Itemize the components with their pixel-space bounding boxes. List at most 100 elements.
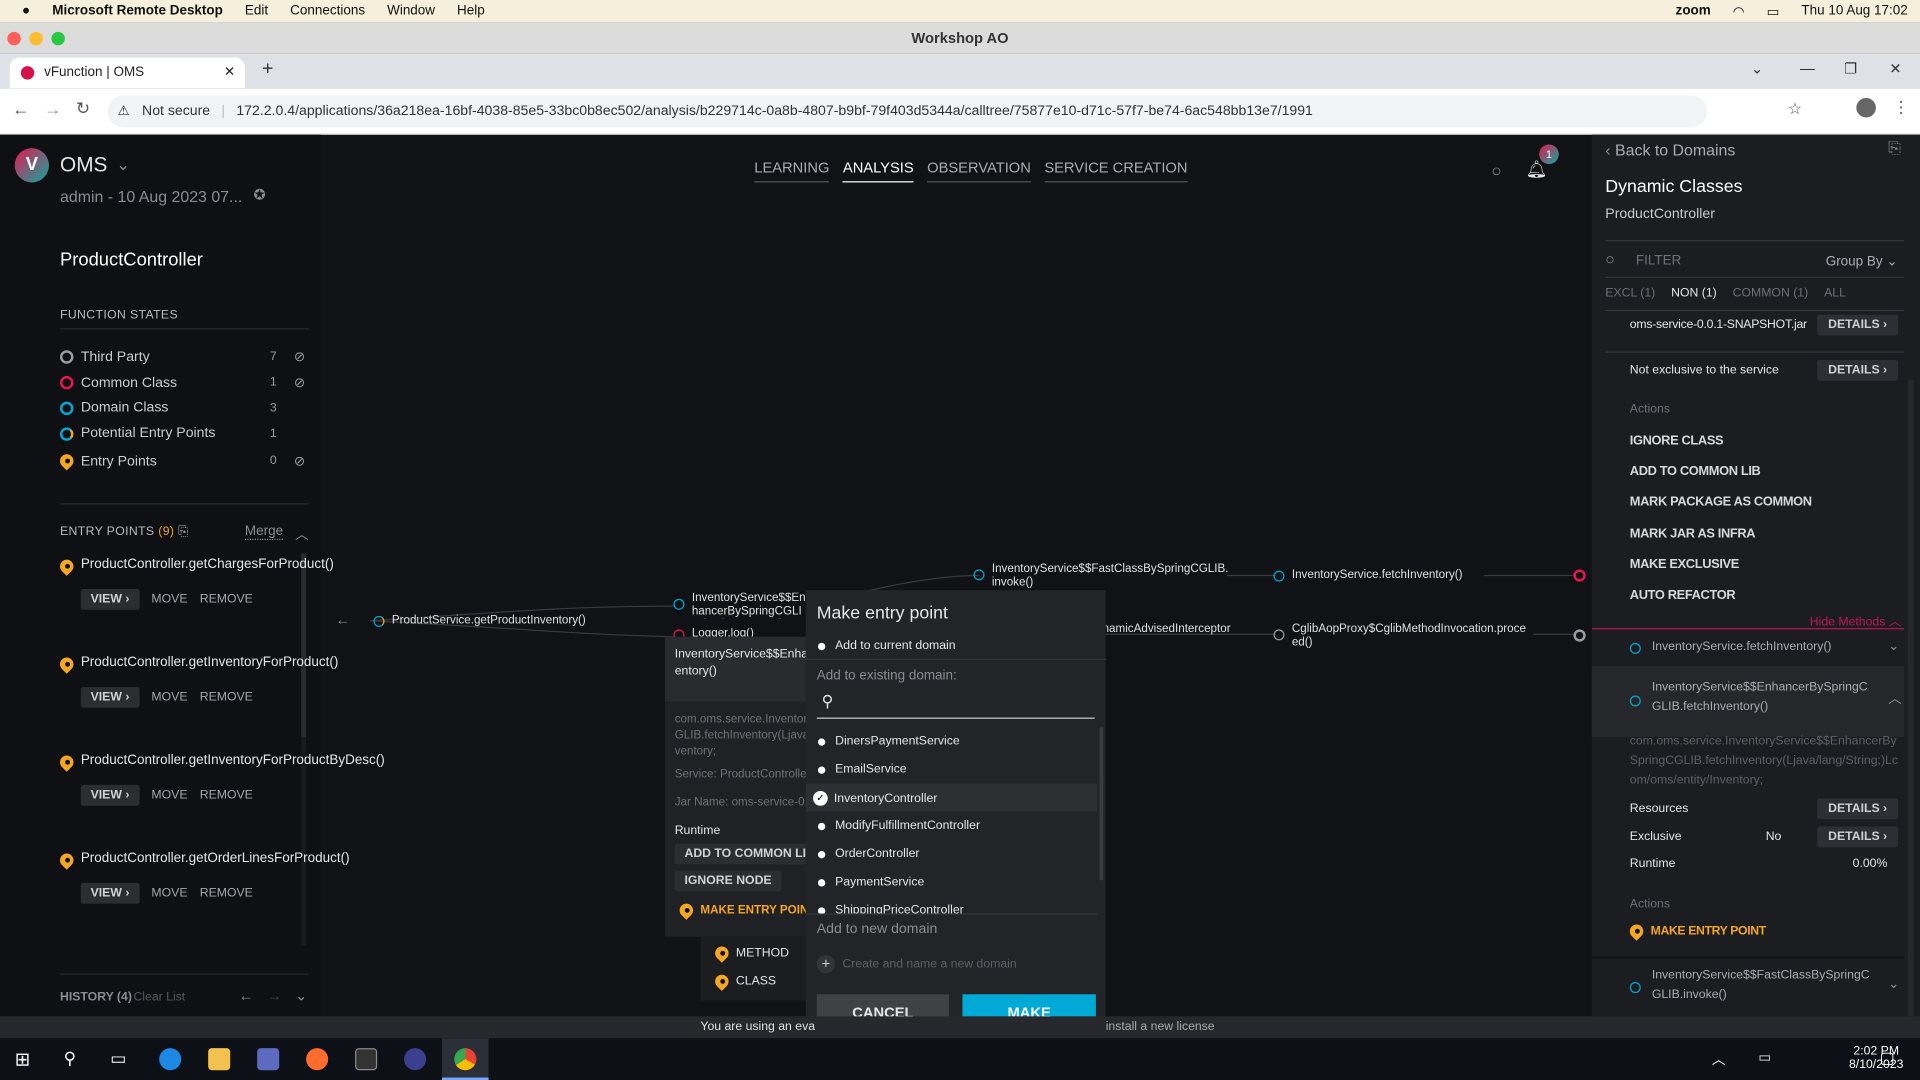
view-button[interactable]: VIEW › xyxy=(80,686,140,708)
remove-button[interactable]: REMOVE xyxy=(200,593,253,606)
edge-icon[interactable] xyxy=(159,1048,182,1071)
ignore-node-button[interactable]: IGNORE NODE xyxy=(674,870,782,892)
battery-icon[interactable]: ▭ xyxy=(1767,3,1780,19)
mark-jar-as-infra-action[interactable]: MARK JAR AS INFRA xyxy=(1630,527,1756,542)
make-entry-point-action[interactable]: MAKE ENTRY POINT xyxy=(1627,921,1766,941)
domain-option[interactable]: PaymentService xyxy=(817,876,924,889)
resources-details-button[interactable]: DETAILS › xyxy=(1817,798,1899,820)
minimize-icon[interactable]: — xyxy=(1800,60,1815,77)
submenu-class[interactable]: CLASS xyxy=(712,971,776,991)
state-entry-points[interactable]: Entry Points 0 ⊘ xyxy=(57,451,311,471)
move-button[interactable]: MOVE xyxy=(151,789,187,802)
tab-learning[interactable]: LEARNING xyxy=(754,159,830,183)
tab-analysis[interactable]: ANALYSIS xyxy=(842,159,914,183)
entry-point-item[interactable]: ProductController.getInventoryForProduct… xyxy=(57,752,385,806)
star-icon[interactable]: ✪ xyxy=(253,186,265,203)
restore-icon[interactable]: ❐ xyxy=(1844,60,1857,77)
eye-off-icon[interactable]: ⊘ xyxy=(294,349,311,365)
app-dropdown-chevron-icon[interactable]: ⌄ xyxy=(116,156,129,176)
method-row-expanded[interactable]: InventoryService$$EnhancerBySpringCGLIB.… xyxy=(1591,666,1905,738)
close-window-button[interactable] xyxy=(7,31,21,46)
terminal-icon[interactable] xyxy=(355,1048,378,1071)
menu-connections[interactable]: Connections xyxy=(290,4,365,19)
jar-details-button[interactable]: DETAILS › xyxy=(1817,314,1899,336)
close-icon[interactable]: ✕ xyxy=(1889,60,1901,77)
bookmark-star-icon[interactable]: ☆ xyxy=(1788,99,1802,119)
graph-node[interactable]: InventoryService$$FastClassBySpringCGLIB… xyxy=(973,562,1230,589)
mark-package-as-common-action[interactable]: MARK PACKAGE AS COMMON xyxy=(1630,495,1812,510)
new-tab-button[interactable]: + xyxy=(262,59,273,81)
minimize-window-button[interactable] xyxy=(29,31,43,46)
entry-points-scrollbar[interactable] xyxy=(301,553,307,946)
windows-start-icon[interactable]: ⊞ xyxy=(15,1048,30,1070)
right-panel-scrollbar[interactable] xyxy=(1907,379,1914,1017)
domain-option[interactable]: EmailService xyxy=(817,763,907,776)
graph-node[interactable]: CglibAopProxy$CglibMethodInvocation.proc… xyxy=(1273,622,1530,649)
domain-option[interactable]: DinersPaymentService xyxy=(817,735,960,748)
remove-button[interactable]: REMOVE xyxy=(200,691,253,704)
copy-icon[interactable]: ⎘ xyxy=(178,525,188,538)
back-icon[interactable]: ← xyxy=(12,99,29,119)
graph-node[interactable]: Logger.log() xyxy=(673,628,754,637)
tab-observation[interactable]: OBSERVATION xyxy=(927,159,1031,183)
notification-badge[interactable]: 1 xyxy=(1539,144,1559,165)
entry-point-item[interactable]: ProductController.getInventoryForProduct… xyxy=(57,654,338,708)
network-tray-icon[interactable]: ▭ xyxy=(1758,1049,1771,1066)
notification-center-icon[interactable]: ▢ xyxy=(1880,1048,1895,1068)
state-potential-entry-points[interactable]: Potential Entry Points 1 xyxy=(60,426,311,441)
submenu-method[interactable]: METHOD xyxy=(712,943,789,963)
remove-button[interactable]: REMOVE xyxy=(200,887,253,900)
menu-edit[interactable]: Edit xyxy=(245,4,268,19)
add-to-current-domain-option[interactable]: Add to current domain xyxy=(817,639,956,653)
history-back-icon[interactable]: ← xyxy=(239,987,254,1004)
eye-off-icon[interactable]: ⊘ xyxy=(294,375,311,391)
state-domain-class[interactable]: Domain Class 3 xyxy=(60,400,311,415)
copy-icon[interactable]: ⎘ xyxy=(1888,138,1901,158)
task-view-icon[interactable]: ▭ xyxy=(110,1048,126,1069)
history-expand-icon[interactable]: ⌄ xyxy=(295,987,307,1004)
menu-app[interactable]: Microsoft Remote Desktop xyxy=(52,4,223,19)
app-name[interactable]: OMS xyxy=(60,153,107,177)
exclusivity-details-button[interactable]: DETAILS › xyxy=(1817,360,1899,381)
tab-service-creation[interactable]: SERVICE CREATION xyxy=(1044,159,1188,183)
tab-search-icon[interactable]: ⌄ xyxy=(1751,60,1763,77)
browser-menu-icon[interactable]: ⋮ xyxy=(1893,98,1909,118)
view-button[interactable]: VIEW › xyxy=(80,882,140,904)
banner-license-link[interactable]: install a new license xyxy=(1106,1016,1215,1038)
postman-icon[interactable] xyxy=(306,1048,329,1071)
make-exclusive-action[interactable]: MAKE EXCLUSIVE xyxy=(1630,557,1740,572)
taskbar-search-icon[interactable]: ⚲ xyxy=(64,1048,77,1069)
view-button[interactable]: VIEW › xyxy=(80,588,140,610)
browser-tab[interactable]: vFunction | OMS ✕ xyxy=(9,57,245,89)
add-to-common-lib-button[interactable]: ADD TO COMMON LIB xyxy=(674,843,809,865)
eclipse-icon[interactable] xyxy=(404,1048,427,1071)
move-button[interactable]: MOVE xyxy=(151,691,187,704)
file-explorer-icon[interactable] xyxy=(208,1048,231,1071)
entry-point-item[interactable]: ProductController.getOrderLinesForProduc… xyxy=(57,850,350,904)
graph-node[interactable]: InventoryService.fetchInventory() xyxy=(1273,569,1463,582)
forward-icon[interactable]: → xyxy=(44,99,61,119)
entry-point-item[interactable]: ProductController.getChargesForProduct()… xyxy=(57,556,334,610)
zoom-window-button[interactable] xyxy=(51,31,65,46)
exclusive-details-button[interactable]: DETAILS › xyxy=(1817,826,1899,848)
tab-common[interactable]: COMMON (1) xyxy=(1733,287,1809,300)
collapse-chevron-icon[interactable]: ︿ xyxy=(295,524,308,544)
domain-option[interactable]: ✓ InventoryController xyxy=(813,791,937,806)
reload-icon[interactable]: ↻ xyxy=(76,98,90,119)
view-button[interactable]: VIEW › xyxy=(80,784,140,806)
domain-option[interactable]: ModifyFulfillmentController xyxy=(817,819,980,833)
profile-avatar[interactable] xyxy=(1856,97,1876,118)
state-third-party[interactable]: Third Party 7 ⊘ xyxy=(60,349,311,365)
graph-node[interactable]: ProductService.getProductInventory() xyxy=(373,614,586,628)
chrome-taskbar-button[interactable] xyxy=(442,1038,489,1080)
ignore-class-action[interactable]: IGNORE CLASS xyxy=(1630,433,1724,448)
back-to-domains-link[interactable]: ‹ Back to Domains xyxy=(1605,141,1735,159)
tab-non[interactable]: NON (1) xyxy=(1671,287,1717,300)
expand-chevron-icon[interactable]: ⌄ xyxy=(1888,976,1899,992)
make-entry-point-button[interactable]: MAKE ENTRY POINT xyxy=(676,900,808,920)
wifi-icon[interactable]: ◠ xyxy=(1733,3,1745,19)
hide-methods-link[interactable]: Hide Methods ︿ xyxy=(1810,611,1901,629)
search-icon[interactable]: ○ xyxy=(1491,160,1501,180)
collapse-chevron-icon[interactable]: ︿ xyxy=(1888,688,1901,708)
security-label[interactable]: Not secure xyxy=(142,104,210,119)
